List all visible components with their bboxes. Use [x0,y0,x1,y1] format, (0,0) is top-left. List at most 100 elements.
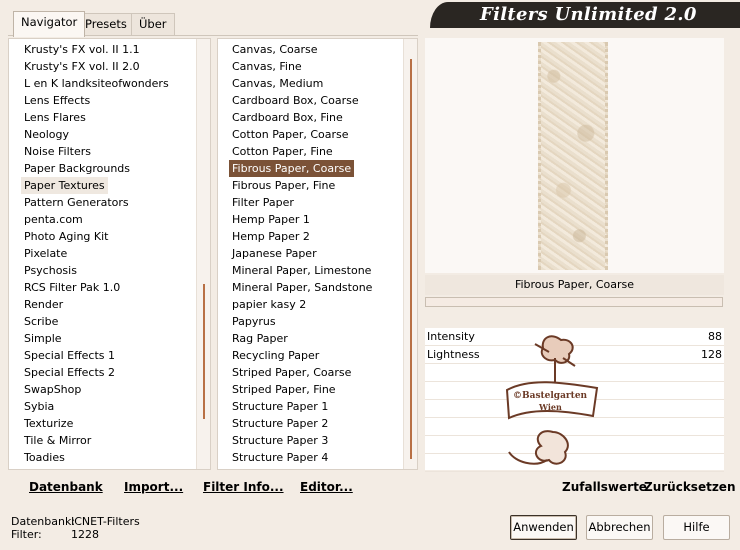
zuruecksetzen-button[interactable]: Zurücksetzen [644,478,735,496]
filter-item[interactable]: Structure Paper 3 [229,432,331,449]
category-item[interactable]: Lens Flares [21,109,89,126]
zufallswerte-button[interactable]: Zufallswerte [562,478,647,496]
filter-item-label: Cardboard Box, Coarse [232,94,359,107]
category-item[interactable]: L en K landksiteofwonders [21,75,172,92]
category-item[interactable]: Photo Aging Kit [21,228,111,245]
category-list[interactable]: Krusty's FX vol. II 1.1 Krusty's FX vol. … [8,38,211,470]
category-item[interactable]: Psychosis [21,262,80,279]
param-label: Intensity [427,330,475,343]
filter-item-label: Rag Paper [232,332,288,345]
param-value: 88 [708,330,722,343]
category-item[interactable]: Lens Effects [21,92,93,109]
category-item[interactable]: Render [21,296,66,313]
filter-item[interactable]: Hemp Paper 2 [229,228,313,245]
category-item-label: Sybia [24,400,55,413]
category-item[interactable]: RCS Filter Pak 1.0 [21,279,123,296]
category-item-label: Paper Backgrounds [24,162,131,175]
datenbank-button[interactable]: Datenbank [29,478,103,496]
filter-item[interactable]: Canvas, Fine [229,58,305,75]
filter-info-button[interactable]: Filter Info... [203,478,284,496]
filter-item[interactable]: Cotton Paper, Fine [229,143,336,160]
filter-item[interactable]: Cotton Paper, Coarse [229,126,352,143]
filter-item[interactable]: Striped Paper, Fine [229,381,339,398]
filter-item-label: Structure Paper 1 [232,400,329,413]
bastelgarten-logo-watermark: ©Bastelgarten Wien [505,335,599,465]
category-item[interactable]: penta.com [21,211,86,228]
category-item[interactable]: Neology [21,126,72,143]
filter-item[interactable]: Cardboard Box, Coarse [229,92,362,109]
filter-item-label: Filter Paper [232,196,294,209]
status-db-value: ICNET-Filters [71,515,140,528]
category-item-label: penta.com [24,213,83,226]
filter-item[interactable]: Rag Paper [229,330,291,347]
filter-item[interactable]: Hemp Paper 1 [229,211,313,228]
filter-item-label: Structure Paper 2 [232,417,329,430]
filter-list[interactable]: Canvas, Coarse Canvas, Fine Canvas, Medium… [217,38,418,470]
filter-item[interactable]: Canvas, Medium [229,75,326,92]
category-item-label: SwapShop [24,383,82,396]
filter-item[interactable]: Cardboard Box, Fine [229,109,346,126]
app-title: Filters Unlimited 2.0 [480,4,697,25]
category-item-label: Toadies [24,451,65,464]
category-scrollbar[interactable] [196,39,210,469]
filter-item[interactable]: papier kasy 2 [229,296,309,313]
category-item[interactable]: Special Effects 2 [21,364,118,381]
apply-button[interactable]: Anwenden [510,515,577,540]
filter-item[interactable]: Recycling Paper [229,347,322,364]
category-item[interactable]: Pattern Generators [21,194,132,211]
category-item[interactable]: Special Effects 1 [21,347,118,364]
filters-unlimited-window: Filters Unlimited 2.0 Navigator Presets … [0,0,740,550]
tab-ueber[interactable]: Über [131,13,175,35]
help-button[interactable]: Hilfe [663,515,730,540]
category-item[interactable]: Tile & Mirror [21,432,94,449]
category-item[interactable]: Scribe [21,313,61,330]
filter-item-label: Cardboard Box, Fine [232,111,343,124]
filter-item-label: Cotton Paper, Fine [232,145,333,158]
category-item[interactable]: Krusty's FX vol. II 2.0 [21,58,143,75]
selected-filter-name: Fibrous Paper, Coarse [425,275,724,295]
filter-item[interactable]: Fibrous Paper, Fine [229,177,338,194]
category-item-label: L en K landksiteofwonders [24,77,169,90]
filter-item[interactable]: Japanese Paper [229,245,320,262]
filter-item[interactable]: Fibrous Paper, Coarse [229,160,355,177]
filter-item-label: Striped Paper, Fine [232,383,336,396]
filter-item[interactable]: Mineral Paper, Limestone [229,262,374,279]
tab-presets[interactable]: Presets [77,13,135,35]
watermark-text-1: ©Bastelgarten [513,391,588,401]
parameter-panel: Intensity 88 Lightness 128 ©Bastelgarten Wi… [425,328,724,472]
cancel-button[interactable]: Abbrechen [586,515,653,540]
watermark-text-2: Wien [538,402,562,412]
category-scroll-thumb[interactable] [203,284,205,419]
editor-button[interactable]: Editor... [300,478,353,496]
filter-item[interactable]: Canvas, Coarse [229,41,321,58]
category-item[interactable]: Krusty's FX vol. II 1.1 [21,41,143,58]
category-item[interactable]: Sybia [21,398,57,415]
category-item[interactable]: Texturize [21,415,76,432]
tab-navigator[interactable]: Navigator [13,11,86,37]
filter-item[interactable]: Striped Paper, Coarse [229,364,354,381]
filter-scroll-thumb[interactable] [410,59,412,459]
category-item[interactable]: Toadies [21,449,68,466]
filter-item[interactable]: Structure Paper 4 [229,449,331,466]
category-item[interactable]: Simple [21,330,65,347]
filter-item[interactable]: Structure Paper 1 [229,398,331,415]
category-item[interactable]: Paper Backgrounds [21,160,133,177]
filter-item[interactable]: Papyrus [229,313,279,330]
filter-scrollbar[interactable] [403,39,417,469]
category-item[interactable]: Pixelate [21,245,70,262]
category-item-label: Texturize [24,417,74,430]
filter-item-label: Structure Paper 4 [232,451,329,464]
import-button[interactable]: Import... [124,478,183,496]
category-item-label: Noise Filters [24,145,91,158]
category-item-label: Paper Textures [21,177,108,194]
filter-item-label: Canvas, Fine [232,60,302,73]
filter-item-label: Recycling Paper [232,349,320,362]
filter-item[interactable]: Filter Paper [229,194,297,211]
filter-item[interactable]: Mineral Paper, Sandstone [229,279,375,296]
category-item[interactable]: Paper Textures [21,177,108,194]
filter-item[interactable]: Structure Paper 2 [229,415,331,432]
filter-item-label: Papyrus [232,315,276,328]
filter-item-label: Mineral Paper, Limestone [232,264,372,277]
category-item[interactable]: SwapShop [21,381,84,398]
category-item[interactable]: Noise Filters [21,143,94,160]
